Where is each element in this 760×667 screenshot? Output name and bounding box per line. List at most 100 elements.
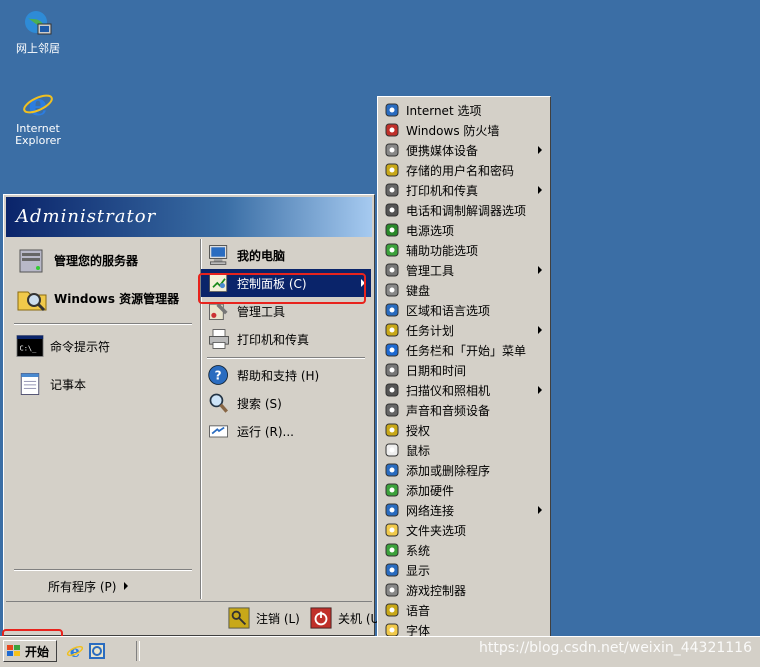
quicklaunch-ie-icon[interactable]: e xyxy=(66,642,84,660)
menu-item-run[interactable]: 运行 (R)... xyxy=(201,417,371,445)
keyboard-icon xyxy=(385,283,399,297)
logoff-label: 注销 (L) xyxy=(256,611,300,626)
display-icon xyxy=(385,563,399,577)
admin-tools-icon xyxy=(385,263,399,277)
submenu-item[interactable]: 电话和调制解调器选项 xyxy=(380,200,548,220)
start-menu: Administrator 管理您的服务器 Windows 资源管理器 C:\_… xyxy=(3,194,384,636)
submenu-item[interactable]: 扫描仪和照相机 xyxy=(380,380,548,400)
speech-icon xyxy=(385,603,399,617)
submenu-item[interactable]: 日期和时间 xyxy=(380,360,548,380)
menu-item-notepad[interactable]: 记事本 xyxy=(8,367,198,401)
submenu-item-label: 声音和音频设备 xyxy=(406,403,491,418)
submenu-item[interactable]: 键盘 xyxy=(380,280,548,300)
submenu-item[interactable]: 辅助功能选项 xyxy=(380,240,548,260)
watermark: https://blog.csdn.net/weixin_44321116 xyxy=(478,640,752,656)
folder-options-icon xyxy=(385,523,399,537)
control-panel-submenu: Internet 选项 Windows 防火墙便携媒体设备存储的用户名和密码 打印机… xyxy=(377,96,551,664)
printer-icon xyxy=(385,183,399,197)
annotation-box-control-panel xyxy=(198,273,366,304)
submenu-item[interactable]: 鼠标 xyxy=(380,440,548,460)
submenu-item[interactable]: 文件夹选项 xyxy=(380,520,548,540)
separator xyxy=(14,569,192,571)
menu-item-my-computer[interactable]: 我的电脑 xyxy=(201,241,371,269)
submenu-item-label: 日期和时间 xyxy=(406,363,467,378)
quicklaunch-explorer-icon[interactable] xyxy=(88,642,106,660)
menu-item-search[interactable]: 搜索 (S) xyxy=(201,389,371,417)
user-name: Administrator xyxy=(16,206,157,227)
submenu-item-label: 任务计划 xyxy=(406,323,455,338)
server-manage-icon xyxy=(19,249,43,273)
menu-item-manage-server[interactable]: 管理您的服务器 xyxy=(8,241,198,279)
help-icon: ? xyxy=(208,365,228,385)
svg-text:e: e xyxy=(28,88,47,120)
submenu-item[interactable]: Internet 选项 xyxy=(380,100,548,120)
notepad-icon xyxy=(20,373,40,395)
license-icon xyxy=(385,423,399,437)
menu-item-label: 打印机和传真 xyxy=(237,332,310,347)
submenu-item[interactable]: 便携媒体设备 xyxy=(380,140,548,160)
logoff-button[interactable]: 注销 (L) xyxy=(224,604,300,632)
submenu-item[interactable]: 网络连接 xyxy=(380,500,548,520)
submenu-item[interactable]: 显示 xyxy=(380,560,548,580)
desktop-icon-network-label: 网上邻居 xyxy=(16,42,60,55)
submenu-item[interactable]: 系统 xyxy=(380,540,548,560)
explorer-icon xyxy=(17,291,47,312)
submenu-item-label: 扫描仪和照相机 xyxy=(406,383,491,398)
submenu-item-label: 电源选项 xyxy=(406,223,455,238)
submenu-item[interactable]: 打印机和传真 xyxy=(380,180,548,200)
submenu-item[interactable]: 声音和音频设备 xyxy=(380,400,548,420)
menu-item-windows-explorer[interactable]: Windows 资源管理器 xyxy=(8,279,198,317)
all-programs-button[interactable]: 所有程序 (P) xyxy=(8,573,198,599)
submenu-item[interactable]: Windows 防火墙 xyxy=(380,120,548,140)
menu-item-cmd[interactable]: C:\_ 命令提示符 xyxy=(8,329,198,363)
menu-item-label: 管理工具 xyxy=(237,304,286,319)
submenu-item-label: 电话和调制解调器选项 xyxy=(406,203,527,218)
menu-item-label: 搜索 (S) xyxy=(237,396,282,411)
submenu-item-label: 辅助功能选项 xyxy=(406,243,479,258)
taskbar-divider xyxy=(136,641,140,661)
submenu-item[interactable]: 添加或删除程序 xyxy=(380,460,548,480)
power-icon xyxy=(310,607,332,629)
submenu-item[interactable]: 游戏控制器 xyxy=(380,580,548,600)
gamepad-icon xyxy=(385,583,399,597)
accessibility-icon xyxy=(385,243,399,257)
desktop-icon-ie[interactable]: e Internet Explorer xyxy=(8,88,68,147)
menu-item-label: 管理您的服务器 xyxy=(54,253,139,268)
credentials-icon xyxy=(385,163,399,177)
add-hardware-icon xyxy=(385,483,399,497)
start-button[interactable]: 开始 xyxy=(3,640,57,662)
internet-explorer-icon: e xyxy=(23,88,53,120)
submenu-item[interactable]: 添加硬件 xyxy=(380,480,548,500)
all-programs-label: 所有程序 (P) xyxy=(48,579,117,594)
phone-modem-icon xyxy=(385,203,399,217)
submenu-item[interactable]: 授权 xyxy=(380,420,548,440)
run-icon xyxy=(209,425,228,438)
submenu-item[interactable]: 管理工具 xyxy=(380,260,548,280)
menu-item-help[interactable]: ? 帮助和支持 (H) xyxy=(201,361,371,389)
taskbar-icon xyxy=(385,343,399,357)
submenu-item[interactable]: 语音 xyxy=(380,600,548,620)
cmd-icon: C:\_ xyxy=(16,335,44,357)
search-icon xyxy=(209,393,229,413)
menu-item-label: Windows 资源管理器 xyxy=(54,291,180,306)
submenu-item[interactable]: 区域和语言选项 xyxy=(380,300,548,320)
arrow-right-icon xyxy=(538,186,542,194)
speaker-icon xyxy=(385,403,399,417)
desktop-icon-network[interactable]: 网上邻居 xyxy=(8,8,68,55)
svg-text:?: ? xyxy=(215,368,222,382)
submenu-item-label: 区域和语言选项 xyxy=(406,303,491,318)
scheduled-tasks-icon xyxy=(385,323,399,337)
submenu-item[interactable]: 电源选项 xyxy=(380,220,548,240)
menu-item-label: 帮助和支持 (H) xyxy=(237,368,320,383)
submenu-item-label: 便携媒体设备 xyxy=(406,143,479,158)
submenu-item[interactable]: 任务计划 xyxy=(380,320,548,340)
menu-item-printers-faxes[interactable]: 打印机和传真 xyxy=(201,325,371,353)
submenu-item[interactable]: 存储的用户名和密码 xyxy=(380,160,548,180)
submenu-item-label: 文件夹选项 xyxy=(406,523,467,538)
arrow-right-icon xyxy=(538,146,542,154)
submenu-item-label: 添加硬件 xyxy=(406,483,455,498)
submenu-item-label: 语音 xyxy=(406,603,431,618)
submenu-item[interactable]: 任务栏和「开始」菜单 xyxy=(380,340,548,360)
shutdown-button[interactable]: 关机 (U) xyxy=(306,604,384,632)
desktop-icon-ie-label: Internet Explorer xyxy=(15,122,61,147)
